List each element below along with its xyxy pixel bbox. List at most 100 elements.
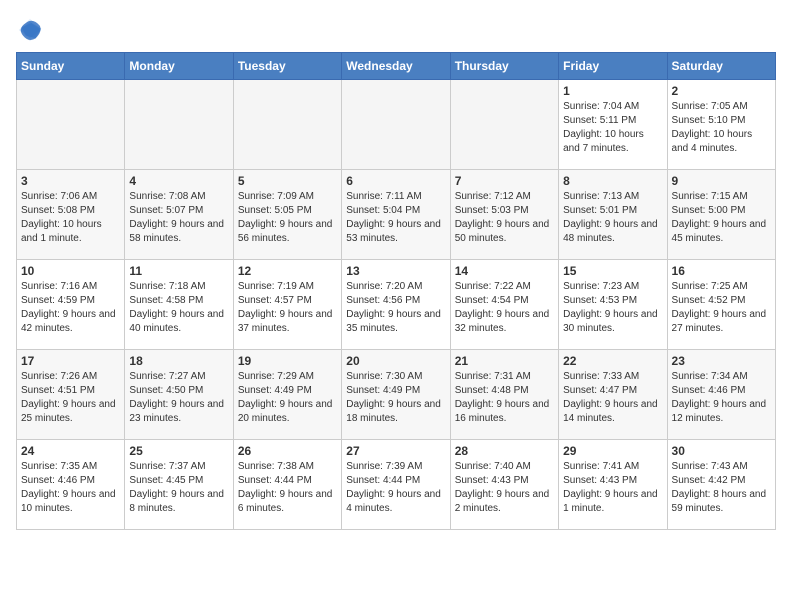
calendar-cell: 28Sunrise: 7:40 AM Sunset: 4:43 PM Dayli…: [450, 440, 558, 530]
weekday-header: Tuesday: [233, 53, 341, 80]
day-info: Sunrise: 7:29 AM Sunset: 4:49 PM Dayligh…: [238, 370, 337, 426]
calendar-cell: 3Sunrise: 7:06 AM Sunset: 5:08 PM Daylig…: [17, 170, 125, 260]
day-info: Sunrise: 7:34 AM Sunset: 4:46 PM Dayligh…: [672, 370, 771, 426]
day-number: 4: [129, 174, 228, 188]
page-header: [16, 16, 776, 44]
calendar-cell: 29 Sunrise: 7:41 AM Sunset: 4:43 PM Dayli…: [559, 440, 667, 530]
calendar-cell: 30Sunrise: 7:43 AM Sunset: 4:42 PM Dayli…: [667, 440, 775, 530]
day-number: 10: [21, 264, 120, 278]
calendar-cell: 2 Sunrise: 7:05 AM Sunset: 5:10 PM Daylig…: [667, 80, 775, 170]
day-info: Sunrise: 7:33 AM Sunset: 4:47 PM Dayligh…: [563, 370, 662, 426]
day-info: Sunrise: 7:06 AM Sunset: 5:08 PM Dayligh…: [21, 190, 120, 246]
day-number: 12: [238, 264, 337, 278]
weekday-header: Sunday: [17, 53, 125, 80]
calendar-cell: 4 Sunrise: 7:08 AM Sunset: 5:07 PM Daylig…: [125, 170, 233, 260]
day-info: Sunrise: 7:25 AM Sunset: 4:52 PM Dayligh…: [672, 280, 771, 336]
day-info: Sunrise: 7:43 AM Sunset: 4:42 PM Dayligh…: [672, 460, 771, 516]
calendar-cell: [233, 80, 341, 170]
day-info: Sunrise: 7:35 AM Sunset: 4:46 PM Dayligh…: [21, 460, 120, 516]
weekday-header: Wednesday: [342, 53, 450, 80]
day-number: 5: [238, 174, 337, 188]
day-number: 27: [346, 444, 445, 458]
day-info: Sunrise: 7:41 AM Sunset: 4:43 PM Dayligh…: [563, 460, 662, 516]
day-info: Sunrise: 7:09 AM Sunset: 5:05 PM Dayligh…: [238, 190, 337, 246]
day-number: 9: [672, 174, 771, 188]
weekday-header: Friday: [559, 53, 667, 80]
day-number: 14: [455, 264, 554, 278]
day-info: Sunrise: 7:38 AM Sunset: 4:44 PM Dayligh…: [238, 460, 337, 516]
day-info: Sunrise: 7:20 AM Sunset: 4:56 PM Dayligh…: [346, 280, 445, 336]
calendar-cell: [450, 80, 558, 170]
day-info: Sunrise: 7:19 AM Sunset: 4:57 PM Dayligh…: [238, 280, 337, 336]
day-info: Sunrise: 7:26 AM Sunset: 4:51 PM Dayligh…: [21, 370, 120, 426]
day-info: Sunrise: 7:16 AM Sunset: 4:59 PM Dayligh…: [21, 280, 120, 336]
calendar-cell: 23 Sunrise: 7:34 AM Sunset: 4:46 PM Dayli…: [667, 350, 775, 440]
day-info: Sunrise: 7:05 AM Sunset: 5:10 PM Dayligh…: [672, 100, 771, 156]
calendar-cell: [342, 80, 450, 170]
calendar-cell: 12 Sunrise: 7:19 AM Sunset: 4:57 PM Dayli…: [233, 260, 341, 350]
calendar-week-row: 1 Sunrise: 7:04 AM Sunset: 5:11 PM Daylig…: [17, 80, 776, 170]
day-info: Sunrise: 7:22 AM Sunset: 4:54 PM Dayligh…: [455, 280, 554, 336]
day-number: 6: [346, 174, 445, 188]
calendar-cell: [125, 80, 233, 170]
day-number: 26: [238, 444, 337, 458]
calendar-cell: 9 Sunrise: 7:15 AM Sunset: 5:00 PM Daylig…: [667, 170, 775, 260]
calendar-week-row: 24 Sunrise: 7:35 AM Sunset: 4:46 PM Dayli…: [17, 440, 776, 530]
calendar-cell: 27 Sunrise: 7:39 AM Sunset: 4:44 PM Dayli…: [342, 440, 450, 530]
day-info: Sunrise: 7:12 AM Sunset: 5:03 PM Dayligh…: [455, 190, 554, 246]
calendar-cell: 24 Sunrise: 7:35 AM Sunset: 4:46 PM Dayli…: [17, 440, 125, 530]
day-number: 17: [21, 354, 120, 368]
day-number: 16: [672, 264, 771, 278]
day-info: Sunrise: 7:15 AM Sunset: 5:00 PM Dayligh…: [672, 190, 771, 246]
day-number: 2: [672, 84, 771, 98]
day-number: 7: [455, 174, 554, 188]
calendar-cell: 18 Sunrise: 7:27 AM Sunset: 4:50 PM Dayli…: [125, 350, 233, 440]
weekday-header: Thursday: [450, 53, 558, 80]
logo: [16, 16, 48, 44]
calendar-cell: 7 Sunrise: 7:12 AM Sunset: 5:03 PM Daylig…: [450, 170, 558, 260]
day-number: 25: [129, 444, 228, 458]
day-number: 1: [563, 84, 662, 98]
day-number: 22: [563, 354, 662, 368]
day-number: 23: [672, 354, 771, 368]
calendar-cell: 14 Sunrise: 7:22 AM Sunset: 4:54 PM Dayli…: [450, 260, 558, 350]
calendar-week-row: 10 Sunrise: 7:16 AM Sunset: 4:59 PM Dayli…: [17, 260, 776, 350]
day-info: Sunrise: 7:11 AM Sunset: 5:04 PM Dayligh…: [346, 190, 445, 246]
calendar-week-row: 17 Sunrise: 7:26 AM Sunset: 4:51 PM Dayli…: [17, 350, 776, 440]
day-info: Sunrise: 7:30 AM Sunset: 4:49 PM Dayligh…: [346, 370, 445, 426]
calendar-cell: 25Sunrise: 7:37 AM Sunset: 4:45 PM Dayli…: [125, 440, 233, 530]
calendar-cell: 8Sunrise: 7:13 AM Sunset: 5:01 PM Daylig…: [559, 170, 667, 260]
day-number: 18: [129, 354, 228, 368]
logo-icon: [16, 16, 44, 44]
calendar-cell: 26 Sunrise: 7:38 AM Sunset: 4:44 PM Dayli…: [233, 440, 341, 530]
weekday-header: Monday: [125, 53, 233, 80]
calendar-cell: 16 Sunrise: 7:25 AM Sunset: 4:52 PM Dayli…: [667, 260, 775, 350]
day-number: 20: [346, 354, 445, 368]
calendar-cell: 17 Sunrise: 7:26 AM Sunset: 4:51 PM Dayli…: [17, 350, 125, 440]
calendar-cell: 6 Sunrise: 7:11 AM Sunset: 5:04 PM Daylig…: [342, 170, 450, 260]
day-number: 24: [21, 444, 120, 458]
day-info: Sunrise: 7:39 AM Sunset: 4:44 PM Dayligh…: [346, 460, 445, 516]
calendar-cell: 15 Sunrise: 7:23 AM Sunset: 4:53 PM Dayli…: [559, 260, 667, 350]
day-info: Sunrise: 7:13 AM Sunset: 5:01 PM Dayligh…: [563, 190, 662, 246]
day-info: Sunrise: 7:31 AM Sunset: 4:48 PM Dayligh…: [455, 370, 554, 426]
calendar-cell: 20 Sunrise: 7:30 AM Sunset: 4:49 PM Dayli…: [342, 350, 450, 440]
calendar-table: SundayMondayTuesdayWednesdayThursdayFrid…: [16, 52, 776, 530]
day-number: 15: [563, 264, 662, 278]
calendar-cell: 5 Sunrise: 7:09 AM Sunset: 5:05 PM Daylig…: [233, 170, 341, 260]
day-info: Sunrise: 7:23 AM Sunset: 4:53 PM Dayligh…: [563, 280, 662, 336]
day-number: 19: [238, 354, 337, 368]
day-number: 29: [563, 444, 662, 458]
day-info: Sunrise: 7:04 AM Sunset: 5:11 PM Dayligh…: [563, 100, 662, 156]
day-info: Sunrise: 7:18 AM Sunset: 4:58 PM Dayligh…: [129, 280, 228, 336]
day-info: Sunrise: 7:27 AM Sunset: 4:50 PM Dayligh…: [129, 370, 228, 426]
calendar-cell: 1 Sunrise: 7:04 AM Sunset: 5:11 PM Daylig…: [559, 80, 667, 170]
day-number: 28: [455, 444, 554, 458]
day-number: 11: [129, 264, 228, 278]
weekday-header: Saturday: [667, 53, 775, 80]
calendar-cell: 19 Sunrise: 7:29 AM Sunset: 4:49 PM Dayli…: [233, 350, 341, 440]
calendar-cell: [17, 80, 125, 170]
weekday-header-row: SundayMondayTuesdayWednesdayThursdayFrid…: [17, 53, 776, 80]
day-info: Sunrise: 7:08 AM Sunset: 5:07 PM Dayligh…: [129, 190, 228, 246]
calendar-cell: 22 Sunrise: 7:33 AM Sunset: 4:47 PM Dayli…: [559, 350, 667, 440]
